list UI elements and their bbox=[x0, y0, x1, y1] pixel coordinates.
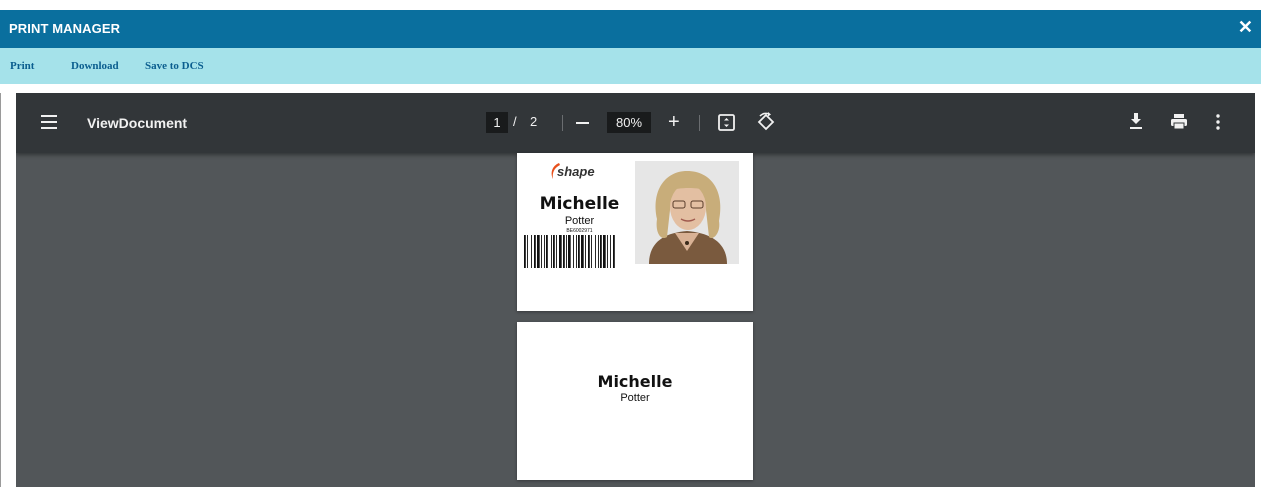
zoom-in-icon[interactable]: + bbox=[668, 111, 680, 133]
close-icon[interactable]: ✕ bbox=[1238, 17, 1253, 37]
pdf-toolbar: ViewDocument 1 / 2 80% + bbox=[16, 93, 1255, 153]
badge-id-number: BE6002971 bbox=[566, 228, 593, 234]
save-to-dcs-menu-item[interactable]: Save to DCS bbox=[145, 60, 204, 72]
page-number-input[interactable]: 1 bbox=[486, 112, 508, 133]
print-menu-item[interactable]: Print bbox=[10, 60, 34, 72]
zoom-out-icon[interactable] bbox=[576, 122, 589, 124]
pdf-page-2: Michelle Potter bbox=[517, 322, 753, 480]
document-title: ViewDocument bbox=[87, 115, 188, 131]
pdf-viewer: ViewDocument 1 / 2 80% + shape Michelle … bbox=[16, 93, 1255, 487]
title-bar: PRINT MANAGER ✕ bbox=[0, 10, 1261, 48]
page-separator: / bbox=[513, 114, 517, 129]
print-icon[interactable] bbox=[1170, 113, 1188, 130]
fit-to-page-icon[interactable] bbox=[718, 114, 735, 131]
badge-first-name: Michelle bbox=[539, 194, 620, 214]
menu-bar: Print Download Save to DCS bbox=[0, 48, 1261, 84]
rotate-icon[interactable] bbox=[756, 112, 776, 132]
pdf-page-1: shape Michelle Potter BE6002971 bbox=[517, 153, 753, 311]
window-title: PRINT MANAGER bbox=[9, 21, 121, 36]
spacer bbox=[0, 84, 1261, 93]
more-options-icon[interactable] bbox=[1215, 114, 1221, 130]
left-border bbox=[0, 93, 16, 487]
toolbar-divider bbox=[562, 115, 563, 131]
zoom-input[interactable]: 80% bbox=[607, 112, 651, 133]
barcode bbox=[524, 235, 615, 268]
badge-last-name: Potter bbox=[564, 215, 595, 227]
menu-icon[interactable] bbox=[41, 115, 59, 131]
download-icon[interactable] bbox=[1128, 112, 1144, 130]
right-border bbox=[1255, 93, 1261, 487]
top-strip bbox=[0, 0, 1261, 10]
badge-back-first-name: Michelle bbox=[597, 372, 673, 391]
badge-photo bbox=[635, 161, 739, 264]
badge-back-last-name: Potter bbox=[620, 392, 650, 404]
company-logo: shape bbox=[557, 164, 595, 179]
download-menu-item[interactable]: Download bbox=[71, 60, 119, 72]
page-total: 2 bbox=[530, 114, 538, 129]
toolbar-divider bbox=[699, 115, 700, 131]
